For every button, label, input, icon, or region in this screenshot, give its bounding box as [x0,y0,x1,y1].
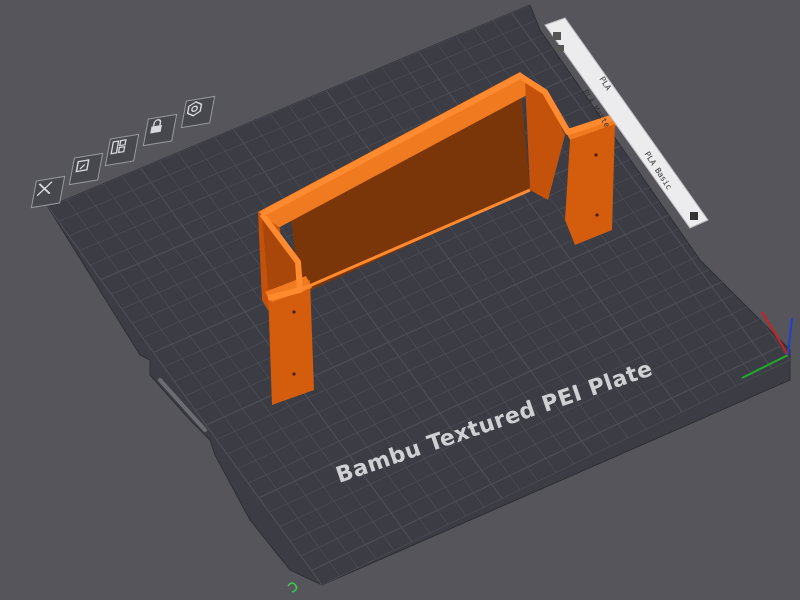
scene-canvas[interactable] [0,0,800,600]
gear-icon [186,101,203,117]
auto-orient-button[interactable] [68,152,104,186]
close-icon [36,181,53,197]
orient-icon [75,159,90,173]
screw-hole [292,310,296,314]
plate-settings-button[interactable] [180,95,216,129]
hud-icon [690,212,698,220]
lock-icon [150,119,162,134]
screw-hole [595,213,599,217]
screw-hole [594,153,598,157]
hud-icon [556,45,564,51]
hud-icon [553,32,561,40]
build-plate [47,4,791,586]
lock-button[interactable] [142,113,178,147]
3d-viewport[interactable]: PLA PLA Matte PLA Basic Bambu Textured P… [0,0,800,600]
arrange-icon [110,139,127,155]
origin-marker [287,582,298,593]
arrange-button[interactable] [104,133,140,167]
delete-plate-button[interactable] [30,175,66,209]
screw-hole [292,372,296,376]
